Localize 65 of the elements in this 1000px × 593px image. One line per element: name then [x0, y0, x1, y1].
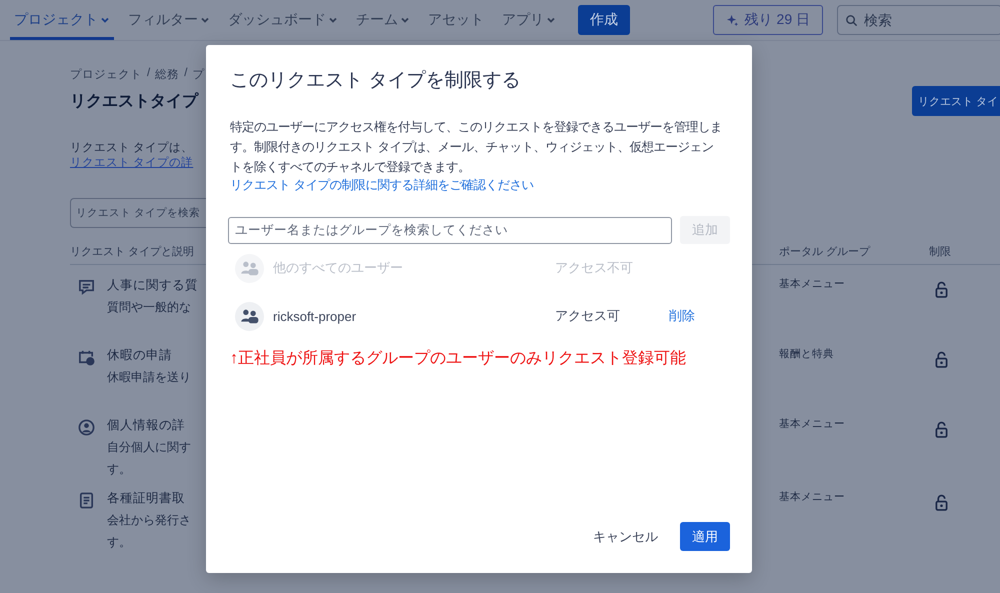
column-header: 制限	[929, 245, 952, 259]
nav-tab[interactable]: アプリ	[498, 0, 560, 40]
nav-tab[interactable]: プロジェクト	[10, 0, 114, 40]
nav-tab[interactable]: ダッシュボード	[224, 0, 342, 40]
chevron-down-icon	[100, 15, 110, 25]
request-type-name[interactable]: 人事に関する質	[107, 277, 198, 294]
chevron-down-icon	[546, 15, 556, 25]
user-search-field[interactable]: ユーザー名またはグループを検索してください	[228, 216, 672, 244]
request-type-name[interactable]: 休暇の申請	[107, 347, 191, 364]
nav-tab[interactable]: フィルター	[124, 0, 214, 40]
dialog-title: このリクエスト タイプを制限する	[230, 69, 522, 93]
request-type-description: 会社から発行さ	[107, 512, 191, 529]
request-type-description: す。	[107, 534, 132, 551]
restriction-details-link[interactable]: リクエスト タイプの制限に関する詳細をご確認ください	[230, 177, 730, 194]
request-type-name[interactable]: 各種証明書取	[107, 490, 191, 507]
unlocked-icon[interactable]	[935, 281, 948, 298]
chevron-down-icon	[328, 15, 338, 25]
request-type-description: す。	[107, 461, 132, 478]
search-icon	[845, 14, 858, 27]
calendar-icon	[78, 349, 95, 366]
nav-tab[interactable]: チーム	[352, 0, 414, 40]
person-icon	[78, 419, 95, 436]
column-header: リクエスト タイプと説明	[70, 244, 196, 259]
nav-tab[interactable]: アセット	[424, 0, 488, 40]
breadcrumb-link[interactable]: プ	[192, 67, 204, 84]
request-type-description: 質問や一般的な	[107, 299, 192, 316]
access-level: アクセス不可	[555, 259, 634, 277]
portal-group: 基本メニュー	[779, 490, 929, 551]
unlocked-icon[interactable]	[935, 421, 948, 438]
dialog-description: 特定のユーザーにアクセス権を付与して、このリクエストを登録できるユーザーを管理します。制限付きのリクエスト タイプは、メール、チャット、ウィジェット、仮想エージェントを除くすべてのチャネルで登録できます。	[230, 119, 723, 176]
group-name: 他のすべてのユーザー	[273, 259, 404, 277]
annotation-note: ↑正社員が所属するグループのユーザーのみリクエスト登録可能	[230, 348, 687, 369]
group-name: ricksoft-proper	[273, 308, 358, 324]
cancel-button[interactable]: キャンセル	[587, 526, 664, 546]
search-field[interactable]: 検索	[837, 5, 1000, 35]
document-icon	[78, 492, 95, 509]
remove-link[interactable]: 削除	[669, 307, 695, 325]
breadcrumb-link[interactable]: 総務	[155, 67, 180, 84]
unlocked-icon[interactable]	[935, 494, 948, 511]
portal-group: 基本メニュー	[779, 417, 929, 478]
request-type-description: 休暇申請を送り	[107, 369, 191, 386]
group-avatar-icon	[235, 302, 264, 330]
request-type-name[interactable]: 個人情報の詳	[107, 417, 191, 434]
details-link[interactable]: リクエスト タイプの詳	[70, 155, 194, 170]
request-search-field[interactable]: リクエスト タイプを検索	[70, 198, 206, 228]
page-description: リクエスト タイプは、	[70, 140, 194, 155]
portal-group: 基本メニュー	[779, 277, 929, 335]
chevron-down-icon	[200, 15, 210, 25]
chat-icon	[78, 279, 95, 296]
breadcrumb-link[interactable]: プロジェクト	[70, 67, 142, 84]
access-level: アクセス可	[555, 307, 621, 325]
create-button[interactable]: 作成	[578, 5, 630, 35]
group-avatar-icon	[235, 254, 264, 282]
add-request-type-button[interactable]: リクエスト タイ	[912, 86, 1000, 116]
page-title: リクエストタイプ	[70, 91, 198, 112]
apply-button[interactable]: 適用	[680, 522, 730, 551]
unlocked-icon[interactable]	[935, 351, 948, 368]
portal-group: 報酬と特典	[779, 347, 929, 405]
chevron-down-icon	[400, 15, 410, 25]
sparkle-icon	[726, 14, 739, 26]
request-type-description: 自分個人に関す	[107, 439, 191, 456]
breadcrumb-separator: /	[147, 67, 150, 81]
trial-button[interactable]: 残り 29 日	[712, 5, 823, 35]
breadcrumb-separator: /	[184, 67, 188, 81]
column-header: ポータル グループ	[779, 244, 872, 259]
